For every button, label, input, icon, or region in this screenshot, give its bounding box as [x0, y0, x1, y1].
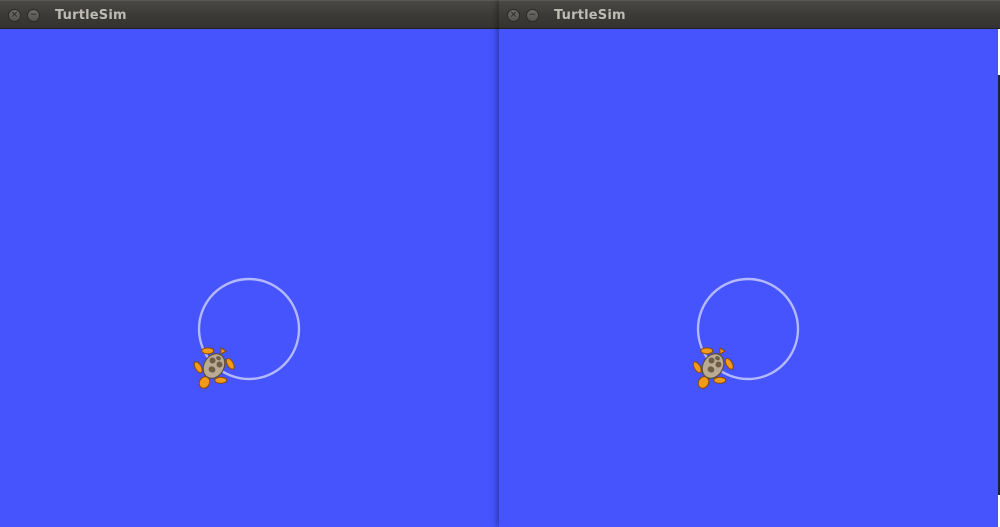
window-title: TurtleSim — [55, 8, 127, 23]
simulation-canvas — [0, 29, 500, 527]
minimize-icon[interactable]: − — [526, 9, 539, 22]
window-title: TurtleSim — [554, 8, 626, 23]
simulation-canvas — [499, 29, 1000, 527]
turtlesim-window-2: × − TurtleSim — [499, 0, 1000, 527]
turtle-icon — [692, 347, 734, 389]
window-titlebar[interactable]: × − TurtleSim — [499, 0, 1000, 29]
turtle-icon — [193, 347, 235, 389]
turtlesim-window-1: × − TurtleSim — [0, 0, 500, 527]
window-titlebar[interactable]: × − TurtleSim — [0, 0, 500, 29]
close-icon[interactable]: × — [8, 9, 21, 22]
minimize-icon[interactable]: − — [27, 9, 40, 22]
close-icon[interactable]: × — [507, 9, 520, 22]
canvas-drawing — [692, 277, 800, 389]
canvas-drawing — [193, 277, 301, 389]
